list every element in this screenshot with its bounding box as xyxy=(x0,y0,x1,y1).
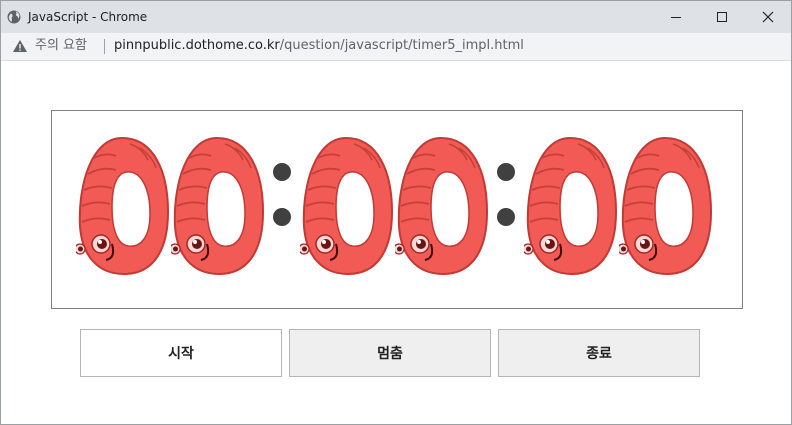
url-text[interactable]: pinnpublic.dothome.co.kr/question/javasc… xyxy=(114,38,524,54)
title-bar: JavaScript - Chrome xyxy=(1,1,791,33)
timer-display xyxy=(51,110,743,309)
colon-dot xyxy=(273,208,291,226)
warning-icon[interactable] xyxy=(12,39,28,53)
minutes-ones-digit xyxy=(393,134,491,279)
close-icon xyxy=(762,11,774,23)
end-button[interactable]: 종료 xyxy=(498,329,700,377)
minutes-tens-digit xyxy=(298,134,396,279)
globe-icon xyxy=(7,10,21,24)
seconds-ones-digit xyxy=(617,134,715,279)
address-bar[interactable]: 주의 요함 pinnpublic.dothome.co.kr/question/… xyxy=(1,33,791,61)
maximize-icon xyxy=(717,12,727,22)
close-button[interactable] xyxy=(745,1,791,33)
colon-dot xyxy=(497,163,515,181)
hours-tens-digit xyxy=(74,134,172,279)
colon-dot xyxy=(273,163,291,181)
security-label[interactable]: 주의 요함 xyxy=(35,38,87,54)
stop-button[interactable]: 멈춤 xyxy=(289,329,491,377)
colon-dot xyxy=(497,208,515,226)
colon-separator xyxy=(496,163,516,235)
maximize-button[interactable] xyxy=(699,1,745,33)
colon-separator xyxy=(272,163,292,235)
url-path: /question/javascript/timer5_impl.html xyxy=(279,38,524,53)
window-title: JavaScript - Chrome xyxy=(28,10,148,24)
start-button[interactable]: 시작 xyxy=(80,329,282,377)
minimize-button[interactable] xyxy=(653,1,699,33)
hours-ones-digit xyxy=(169,134,267,279)
minimize-icon xyxy=(671,17,681,18)
url-host: pinnpublic.dothome.co.kr xyxy=(114,38,280,53)
address-separator xyxy=(104,39,105,54)
seconds-tens-digit xyxy=(522,134,620,279)
